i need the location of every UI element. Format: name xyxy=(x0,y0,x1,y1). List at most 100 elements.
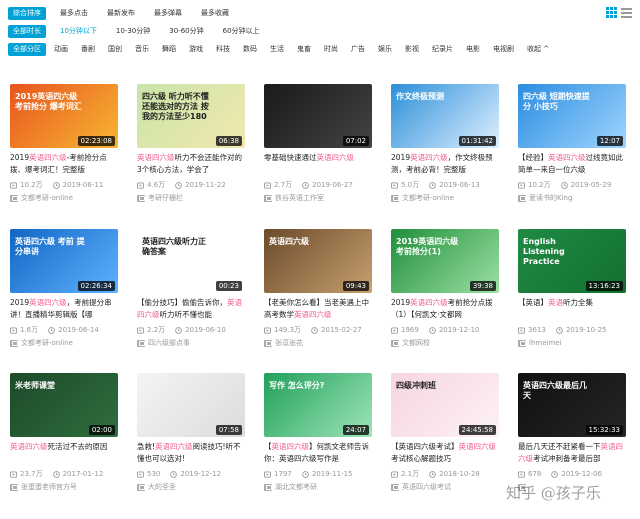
video-meta: 23.7万 2017-01-12 xyxy=(10,469,118,479)
video-card[interactable]: 07:58 急救!英语四六级阅读技巧!听不懂也可以选对! 530 2019-12-12… xyxy=(137,373,245,492)
view-count: 1969 xyxy=(401,326,419,334)
video-title[interactable]: 【英语四六级】何凯文老师告诉你：英语四六级写作是 xyxy=(264,441,372,465)
uploader[interactable]: 文都考研-online xyxy=(10,338,118,348)
uploader[interactable]: lhmeimei xyxy=(518,338,626,348)
uploader[interactable]: 文都网校 xyxy=(391,338,499,348)
video-card[interactable]: 四六级 听力听不懂 还能选对的方法 按我的方法至少180 06:38 英语四六级听力… xyxy=(137,84,245,203)
video-card[interactable]: 写作 怎么评分? 24:07 【英语四六级】何凯文老师告诉你：英语四六级写作是 179… xyxy=(264,373,372,492)
zones-option[interactable]: 时尚 xyxy=(319,43,343,56)
video-card[interactable]: 作文终极预测 01:31:42 2019英语四六级，作文终极预测，考前必背！完整版 5… xyxy=(391,84,499,203)
list-view-icon[interactable] xyxy=(621,8,632,18)
video-thumbnail[interactable]: 四六级 短期快速提分 小技巧 12:07 xyxy=(518,84,626,148)
zones-option[interactable]: 游戏 xyxy=(184,43,208,56)
video-title[interactable]: 【偷分技巧】偷偷告诉你，英语四六级听力听不懂也能 xyxy=(137,297,245,321)
video-card[interactable]: 英语四六级听力正确答案 00:23 【偷分技巧】偷偷告诉你，英语四六级听力听不懂也能… xyxy=(137,229,245,348)
video-card[interactable]: 四级冲刺班 24:45:58 【英语四六级考试】英语四六级考试核心解题技巧 2.1万 2… xyxy=(391,373,499,492)
duration-option[interactable]: 10-30分钟 xyxy=(111,25,155,38)
filter-panel: 综合排序 最多点击 最新发布 最多弹幕 最多收藏 全部时长 10分钟以下 10-30分钟 30… xyxy=(0,0,640,56)
video-meta: 2.2万 2019-06-10 xyxy=(137,325,245,335)
video-title[interactable]: 2019英语四六级考前抢分点拨（1）【何凯文·文都网 xyxy=(391,297,499,321)
duration-option[interactable]: 全部时长 xyxy=(8,24,46,38)
uploader[interactable]: 英语四六级考试 xyxy=(391,482,499,492)
duration-option[interactable]: 60分钟以上 xyxy=(218,25,265,38)
video-thumbnail[interactable]: 英语四六级 考前 提分串讲 02:26:34 xyxy=(10,229,118,293)
video-thumbnail[interactable]: English Listening Practice 13:16:23 xyxy=(518,229,626,293)
zones-option[interactable]: 数码 xyxy=(238,43,262,56)
duration-option[interactable]: 10分钟以下 xyxy=(55,25,102,38)
uploader[interactable]: 爱读书的King xyxy=(518,193,626,203)
video-thumbnail[interactable]: 米老师课堂 02:00 xyxy=(10,373,118,437)
video-card[interactable]: 四六级 短期快速提分 小技巧 12:07 【经验】英语四六级过线竟如此简单—来自一位… xyxy=(518,84,626,203)
zones-option[interactable]: 动画 xyxy=(49,43,73,56)
video-title[interactable]: 【英语四六级考试】英语四六级考试核心解题技巧 xyxy=(391,441,499,465)
zones-option[interactable]: 电视剧 xyxy=(488,43,519,56)
zones-option[interactable]: 生活 xyxy=(265,43,289,56)
video-thumbnail[interactable]: 英语四六级最后几天 15:32:33 xyxy=(518,373,626,437)
thumbnail-caption: 四六级 短期快速提分 小技巧 xyxy=(523,92,590,111)
video-title[interactable]: 最后几天还不赶紧看一下英语四六级考试冲刺备考最后部 xyxy=(518,441,626,465)
zones-option[interactable]: 纪录片 xyxy=(427,43,458,56)
video-title[interactable]: 急救!英语四六级阅读技巧!听不懂也可以选对! xyxy=(137,441,245,465)
video-title[interactable]: 【经验】英语四六级过线竟如此简单—来自一位六级 xyxy=(518,152,626,176)
uploader[interactable]: 考研仔栅栏 xyxy=(137,193,245,203)
video-card[interactable]: 2019英语四六级 考前抢分(1) 39:38 2019英语四六级考前抢分点拨（1）… xyxy=(391,229,499,348)
video-thumbnail[interactable]: 英语四六级 09:43 xyxy=(264,229,372,293)
zones-option[interactable]: 舞蹈 xyxy=(157,43,181,56)
upload-date: 2019-12-12 xyxy=(180,470,222,478)
sort-option[interactable]: 最新发布 xyxy=(102,7,140,20)
video-title[interactable]: 2019英语四六级，考前提分串讲！直播精华剪辑版【哪 xyxy=(10,297,118,321)
sort-option[interactable]: 综合排序 xyxy=(8,6,46,20)
video-title[interactable]: 【老美你怎么看】当老美遇上中高考数学英语四六级 xyxy=(264,297,372,321)
views-icon xyxy=(137,326,144,334)
zones-option[interactable]: 全部分区 xyxy=(8,42,46,56)
video-title[interactable]: 英语四六级死活过不去的原因 xyxy=(10,441,118,465)
uploader[interactable]: 文都考研-online xyxy=(391,193,499,203)
video-card[interactable]: 2019英语四六级 考前抢分 爆考词汇 02:23:08 2019英语四六级-考前抢… xyxy=(10,84,118,203)
video-card[interactable]: 英语四六级最后几天 15:32:33 最后几天还不赶紧看一下英语四六级考试冲刺备考最… xyxy=(518,373,626,492)
video-card[interactable]: 英语四六级 考前 提分串讲 02:26:34 2019英语四六级，考前提分串讲！直播… xyxy=(10,229,118,348)
video-card[interactable]: 英语四六级 09:43 【老美你怎么看】当老美遇上中高考数学英语四六级 149.3万 2… xyxy=(264,229,372,348)
video-card[interactable]: English Listening Practice 13:16:23 【英语】英语… xyxy=(518,229,626,348)
uploader-icon xyxy=(10,194,18,202)
video-meta: 10.2万 2019-06-11 xyxy=(10,180,118,190)
sort-option[interactable]: 最多点击 xyxy=(55,7,93,20)
uploader[interactable]: 文都考研-online xyxy=(10,193,118,203)
video-title[interactable]: 2019英语四六级-考前抢分点拨、爆考词汇！完整版 xyxy=(10,152,118,176)
zones-option[interactable]: 收起 ^ xyxy=(522,43,554,56)
video-title[interactable]: 英语四六级听力不会还能作对的3个核心方法，学会了 xyxy=(137,152,245,176)
uploader[interactable]: 铁谷英语工作室 xyxy=(264,193,372,203)
zones-option[interactable]: 国创 xyxy=(103,43,127,56)
grid-view-icon[interactable] xyxy=(606,7,617,18)
video-thumbnail[interactable]: 四级冲刺班 24:45:58 xyxy=(391,373,499,437)
uploader[interactable]: 湖北文都考研 xyxy=(264,482,372,492)
zones-option[interactable]: 电影 xyxy=(461,43,485,56)
video-thumbnail[interactable]: 写作 怎么评分? 24:07 xyxy=(264,373,372,437)
zones-option[interactable]: 影视 xyxy=(400,43,424,56)
video-title[interactable]: 2019英语四六级，作文终极预测，考前必背！完整版 xyxy=(391,152,499,176)
video-thumbnail[interactable]: 2019英语四六级 考前抢分 爆考词汇 02:23:08 xyxy=(10,84,118,148)
sort-option[interactable]: 最多收藏 xyxy=(196,7,234,20)
video-card[interactable]: 07:02 零基础快速通过英语四六级 2.7万 2019-06-27 铁谷英语工作室 xyxy=(264,84,372,203)
zones-option[interactable]: 鬼畜 xyxy=(292,43,316,56)
video-title[interactable]: 【英语】英语听力全集 xyxy=(518,297,626,321)
zones-option[interactable]: 娱乐 xyxy=(373,43,397,56)
video-card[interactable]: 米老师课堂 02:00 英语四六级死活过不去的原因 23.7万 2017-01-12 张蛋… xyxy=(10,373,118,492)
sort-option[interactable]: 最多弹幕 xyxy=(149,7,187,20)
uploader[interactable]: 张逗张花 xyxy=(264,338,372,348)
duration-option[interactable]: 30-60分钟 xyxy=(164,25,208,38)
video-thumbnail[interactable]: 07:02 xyxy=(264,84,372,148)
zones-option[interactable]: 科技 xyxy=(211,43,235,56)
video-thumbnail[interactable]: 07:58 xyxy=(137,373,245,437)
upload-date: 2019-06-13 xyxy=(439,181,480,189)
uploader[interactable]: 大的圣圣 xyxy=(137,482,245,492)
video-title[interactable]: 零基础快速通过英语四六级 xyxy=(264,152,372,176)
video-thumbnail[interactable]: 2019英语四六级 考前抢分(1) 39:38 xyxy=(391,229,499,293)
zones-option[interactable]: 番剧 xyxy=(76,43,100,56)
zones-option[interactable]: 音乐 xyxy=(130,43,154,56)
video-thumbnail[interactable]: 四六级 听力听不懂 还能选对的方法 按我的方法至少180 06:38 xyxy=(137,84,245,148)
uploader[interactable]: 四六级部点事 xyxy=(137,338,245,348)
video-thumbnail[interactable]: 作文终极预测 01:31:42 xyxy=(391,84,499,148)
uploader[interactable]: 张蛋蛋老师官方号 xyxy=(10,482,118,492)
zones-option[interactable]: 广告 xyxy=(346,43,370,56)
video-thumbnail[interactable]: 英语四六级听力正确答案 00:23 xyxy=(137,229,245,293)
